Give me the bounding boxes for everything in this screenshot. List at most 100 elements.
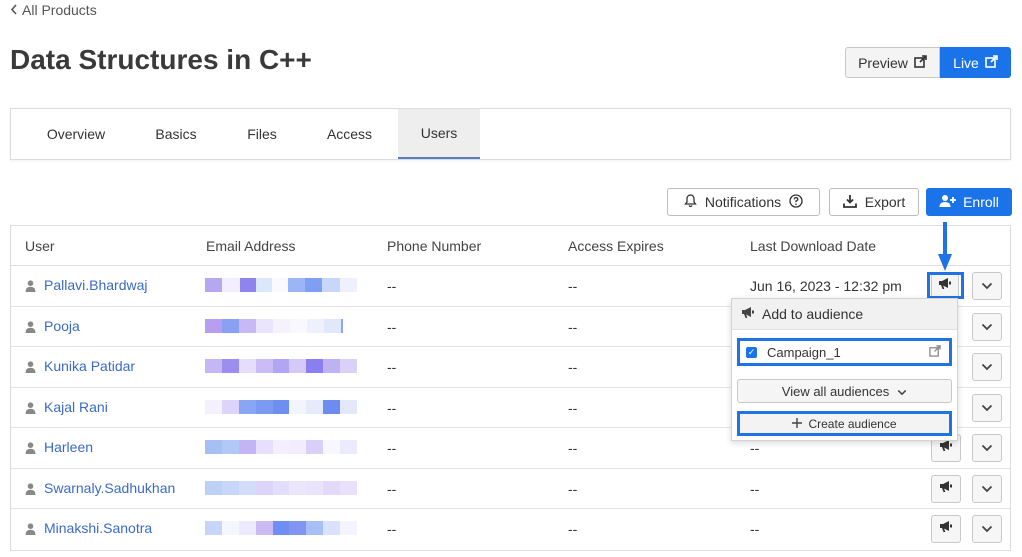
popover-title: Add to audience <box>762 306 864 322</box>
table-row: Minakshi.Sanotra -- -- -- <box>11 509 1010 550</box>
chevron-down-icon <box>981 318 993 336</box>
megaphone-icon <box>939 439 953 457</box>
chevron-down-icon <box>981 520 993 538</box>
page-title: Data Structures in C++ <box>10 44 312 75</box>
last-download-cell: -- <box>750 480 760 497</box>
chevron-down-icon <box>981 480 993 498</box>
audience-checkbox[interactable]: ✓ <box>746 346 757 358</box>
user-name-link[interactable]: Pooja <box>44 318 80 334</box>
annotation-arrow-icon <box>938 222 952 271</box>
redacted-email <box>205 521 358 535</box>
person-icon <box>25 360 36 373</box>
chevron-left-icon <box>10 3 18 18</box>
column-header-access-expires[interactable]: Access Expires <box>568 238 664 254</box>
phone-cell: -- <box>387 399 397 416</box>
user-name-link[interactable]: Harleen <box>44 439 93 455</box>
column-header-last-download[interactable]: Last Download Date <box>750 238 876 254</box>
column-header-phone[interactable]: Phone Number <box>387 238 481 254</box>
user-name-link[interactable]: Kunika Patidar <box>44 358 135 374</box>
row-menu-button[interactable] <box>972 272 1002 300</box>
phone-cell: -- <box>387 521 397 537</box>
export-label: Export <box>864 194 906 210</box>
tab-overview[interactable]: Overview <box>21 109 131 159</box>
back-link-label: All Products <box>22 2 97 18</box>
user-name-link[interactable]: Pallavi.Bhardwaj <box>44 277 148 293</box>
export-button[interactable]: Export <box>829 188 919 216</box>
question-circle-icon[interactable] <box>789 193 803 211</box>
tab-access[interactable]: Access <box>303 109 396 159</box>
user-plus-icon <box>939 194 957 211</box>
external-link-icon <box>985 54 998 71</box>
tab-basics[interactable]: Basics <box>131 109 221 159</box>
phone-cell: -- <box>387 480 397 497</box>
audience-button[interactable] <box>931 515 961 543</box>
access-expires-cell: -- <box>568 359 578 375</box>
last-download-cell: -- <box>750 521 760 537</box>
column-header-email[interactable]: Email Address <box>206 238 295 254</box>
download-icon <box>842 194 857 211</box>
redacted-email <box>205 399 358 414</box>
person-icon <box>25 441 36 454</box>
user-cell: Pallavi.Bhardwaj <box>25 277 148 293</box>
plus-icon <box>792 417 803 431</box>
access-expires-cell: -- <box>568 278 578 294</box>
phone-cell: -- <box>387 278 397 294</box>
live-label: Live <box>953 54 979 71</box>
access-expires-cell: -- <box>568 318 578 335</box>
phone-cell: -- <box>387 440 397 456</box>
person-icon <box>25 279 36 292</box>
access-expires-cell: -- <box>568 440 578 456</box>
view-all-label: View all audiences <box>781 383 890 399</box>
redacted-email <box>205 440 358 454</box>
access-expires-cell: -- <box>568 399 578 416</box>
row-menu-button[interactable] <box>972 393 1002 422</box>
live-button[interactable]: Live <box>940 47 1011 78</box>
external-link-icon[interactable] <box>929 344 941 360</box>
table-row: Swarnaly.Sadhukhan -- -- -- <box>11 469 1010 509</box>
row-menu-button[interactable] <box>972 515 1002 543</box>
audience-button[interactable] <box>931 474 961 503</box>
view-button-group: Preview Live <box>845 47 1011 78</box>
tab-users[interactable]: Users <box>398 109 480 159</box>
audience-button-highlight <box>927 272 964 299</box>
tab-files[interactable]: Files <box>221 109 303 159</box>
user-cell: Kajal Rani <box>25 399 108 415</box>
view-all-audiences-button[interactable]: View all audiences <box>737 379 952 403</box>
audience-name: Campaign_1 <box>767 344 841 360</box>
enroll-label: Enroll <box>963 194 999 210</box>
add-to-audience-popover: Add to audience ✓ Campaign_1 View all au… <box>731 298 958 441</box>
person-icon <box>25 482 36 495</box>
person-icon <box>25 522 36 535</box>
megaphone-icon <box>939 520 953 538</box>
last-download-cell: Jun 16, 2023 - 12:32 pm <box>750 278 902 294</box>
row-menu-button[interactable] <box>972 434 1002 462</box>
chevron-down-icon <box>897 384 907 399</box>
create-audience-button[interactable]: Create audience <box>737 411 952 436</box>
preview-button[interactable]: Preview <box>845 47 940 78</box>
enroll-button[interactable]: Enroll <box>926 188 1012 216</box>
phone-cell: -- <box>387 318 397 335</box>
user-cell: Harleen <box>25 439 93 455</box>
chevron-down-icon <box>981 358 993 376</box>
user-name-link[interactable]: Kajal Rani <box>44 399 108 415</box>
column-header-user[interactable]: User <box>25 238 55 254</box>
user-cell: Swarnaly.Sadhukhan <box>25 480 175 496</box>
row-menu-button[interactable] <box>972 353 1002 381</box>
phone-cell: -- <box>387 359 397 375</box>
redacted-email <box>205 318 357 333</box>
redacted-email <box>205 359 358 373</box>
redacted-email <box>205 278 357 292</box>
user-name-link[interactable]: Swarnaly.Sadhukhan <box>44 480 175 496</box>
back-to-products-link[interactable]: All Products <box>10 2 97 18</box>
audience-option-campaign[interactable]: ✓ Campaign_1 <box>737 338 952 366</box>
person-icon <box>25 401 36 414</box>
notifications-button[interactable]: Notifications <box>667 188 820 216</box>
row-menu-button[interactable] <box>972 474 1002 503</box>
row-menu-button[interactable] <box>972 312 1002 341</box>
last-download-cell: -- <box>750 440 760 456</box>
chevron-down-icon <box>981 399 993 417</box>
notifications-label: Notifications <box>704 194 782 210</box>
chevron-down-icon <box>981 439 993 457</box>
user-cell: Kunika Patidar <box>25 358 135 374</box>
user-name-link[interactable]: Minakshi.Sanotra <box>44 520 152 536</box>
